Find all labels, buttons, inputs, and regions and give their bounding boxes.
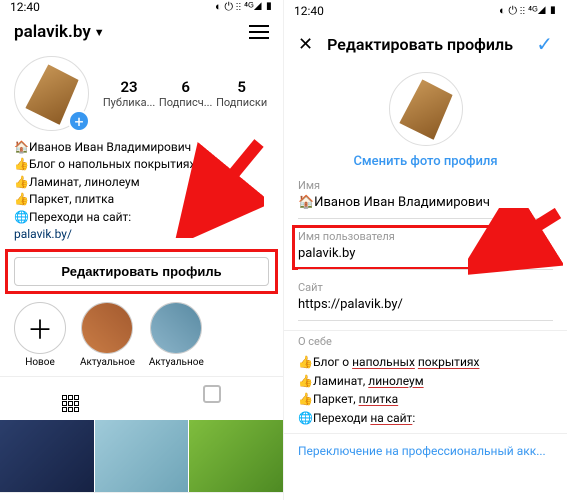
stats-row: 23 Публика... 6 Подписч... 5 Подписки xyxy=(101,78,269,109)
post-thumbnail[interactable] xyxy=(95,420,189,492)
status-time: 12:40 xyxy=(294,4,324,18)
status-time: 12:40 xyxy=(10,0,40,14)
bio: 🏠Иванов Иван Владимирович 👍Блог о наполь… xyxy=(0,135,283,247)
edit-profile-row: Редактировать профиль xyxy=(0,247,283,298)
avatar-section: Сменить фото профиля xyxy=(284,64,567,173)
change-photo-link[interactable]: Сменить фото профиля xyxy=(353,154,497,169)
tab-grid[interactable] xyxy=(0,377,142,420)
status-icons: ◐ ⏻ ⫶⫶ ⁴ᴳ◢ ▮ xyxy=(215,0,273,14)
highlight-item[interactable]: Актуальное xyxy=(80,302,135,368)
close-icon[interactable]: ✕ xyxy=(298,34,313,55)
tagged-icon xyxy=(203,385,221,403)
username-field[interactable]: Имя пользователя palavik.by xyxy=(284,224,567,267)
plus-icon: ＋ xyxy=(27,310,53,347)
profile-top: + 23 Публика... 6 Подписч... 5 Подписки xyxy=(0,50,283,135)
grid-icon xyxy=(62,395,79,412)
status-bar: 12:40 ◐ ⏻ ⫶⫶ ⁴ᴳ◢ ▮ xyxy=(0,0,283,14)
bottom-nav: ⌂ ⊞ ♡ xyxy=(0,492,283,500)
status-bar: 12:40 ◐ ⏻ ⫶⫶ ⁴ᴳ◢ ▮ xyxy=(284,0,567,22)
website-field[interactable]: Сайт https://palavik.by/ xyxy=(284,275,567,318)
page-title: Редактировать профиль xyxy=(327,35,522,54)
annotation-highlight xyxy=(292,225,492,270)
edit-profile-screen: 12:40 ◐ ⏻ ⫶⫶ ⁴ᴳ◢ ▮ ✕ Редактировать профи… xyxy=(284,0,567,500)
stat-following[interactable]: 5 Подписки xyxy=(216,78,267,109)
photo-grid xyxy=(0,420,283,492)
avatar-image xyxy=(397,77,454,141)
stat-posts[interactable]: 23 Публика... xyxy=(103,78,155,109)
tab-tagged[interactable] xyxy=(142,377,284,420)
menu-icon[interactable] xyxy=(249,25,269,39)
annotation-highlight xyxy=(5,249,278,294)
highlight-new[interactable]: ＋ Новое xyxy=(14,302,66,368)
post-thumbnail[interactable] xyxy=(189,420,283,492)
name-field[interactable]: Имя 🏠Иванов Иван Владимирович xyxy=(284,173,567,216)
highlights-row: ＋ Новое Актуальное Актуальное xyxy=(0,298,283,376)
bio-link[interactable]: palavik.by/ xyxy=(14,226,269,243)
stat-followers[interactable]: 6 Подписч... xyxy=(159,78,213,109)
chevron-down-icon: ▼ xyxy=(94,26,105,39)
avatar[interactable] xyxy=(389,72,463,146)
profile-header: palavik.by ▼ xyxy=(0,14,283,50)
confirm-icon[interactable]: ✓ xyxy=(536,32,553,56)
profile-screen: 12:40 ◐ ⏻ ⫶⫶ ⁴ᴳ◢ ▮ palavik.by ▼ + 23 Пуб… xyxy=(0,0,284,500)
highlight-item[interactable]: Актуальное xyxy=(149,302,204,368)
profile-tabs xyxy=(0,376,283,420)
edit-header: ✕ Редактировать профиль ✓ xyxy=(284,22,567,64)
add-story-icon[interactable]: + xyxy=(68,110,90,132)
switch-professional-link[interactable]: Переключение на профессиональный акк... xyxy=(284,433,567,468)
about-field[interactable]: О себе 👍Блог о напольных покрытиях 👍Лами… xyxy=(284,331,567,433)
username-dropdown[interactable]: palavik.by xyxy=(14,22,91,42)
post-thumbnail[interactable] xyxy=(0,420,94,492)
avatar[interactable]: + xyxy=(14,56,89,131)
status-icons: ◐ ⏻ ⫶⫶ ⁴ᴳ◢ ▮ xyxy=(499,4,557,18)
